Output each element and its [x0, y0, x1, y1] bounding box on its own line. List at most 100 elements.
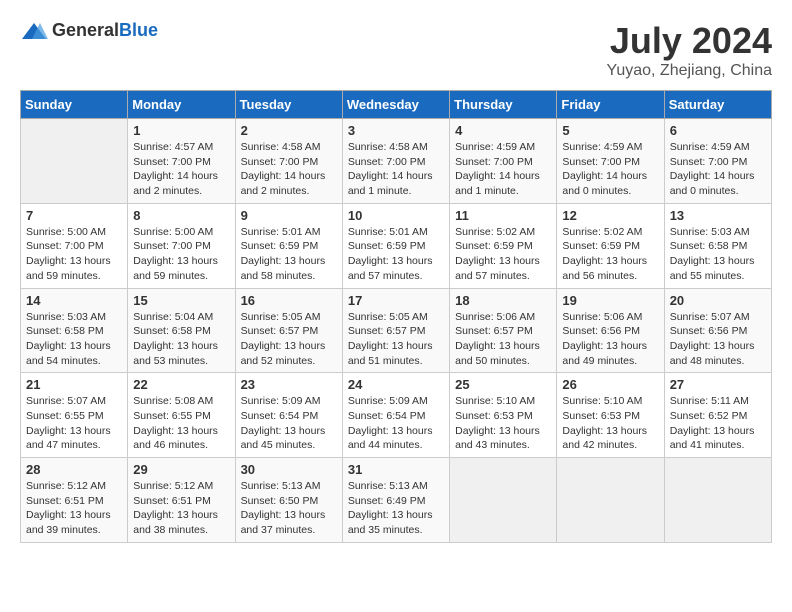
- day-number: 15: [133, 293, 229, 308]
- column-header-thursday: Thursday: [450, 91, 557, 119]
- calendar-body: 1 Sunrise: 4:57 AM Sunset: 7:00 PM Daylig…: [21, 119, 772, 543]
- day-info: Sunrise: 5:01 AM Sunset: 6:59 PM Dayligh…: [348, 225, 444, 284]
- title-block: July 2024 Yuyao, Zhejiang, China: [607, 20, 772, 80]
- day-number: 9: [241, 208, 337, 223]
- day-info: Sunrise: 5:06 AM Sunset: 6:56 PM Dayligh…: [562, 310, 658, 369]
- day-cell: [21, 119, 128, 204]
- day-cell: 4Sunrise: 4:59 AM Sunset: 7:00 PM Daylig…: [450, 119, 557, 204]
- day-number: 20: [670, 293, 766, 308]
- logo-icon: [20, 21, 48, 41]
- calendar-table: SundayMondayTuesdayWednesdayThursdayFrid…: [20, 90, 772, 543]
- header-row: SundayMondayTuesdayWednesdayThursdayFrid…: [21, 91, 772, 119]
- day-number: 10: [348, 208, 444, 223]
- day-cell: 31Sunrise: 5:13 AM Sunset: 6:49 PM Dayli…: [342, 458, 449, 543]
- day-number: 18: [455, 293, 551, 308]
- day-number: 16: [241, 293, 337, 308]
- day-info: Sunrise: 5:09 AM Sunset: 6:54 PM Dayligh…: [241, 394, 337, 453]
- day-info: Sunrise: 4:58 AM Sunset: 7:00 PM Dayligh…: [241, 140, 337, 199]
- day-number: 3: [348, 123, 444, 138]
- day-cell: 21 Sunrise: 5:07 AM Sunset: 6:55 PM Dayli…: [21, 373, 128, 458]
- week-row-3: 14 Sunrise: 5:03 AM Sunset: 6:58 PM Dayli…: [21, 288, 772, 373]
- day-info: Sunrise: 5:07 AM Sunset: 6:55 PM Dayligh…: [26, 394, 122, 453]
- day-number: 11: [455, 208, 551, 223]
- day-info: Sunrise: 5:07 AM Sunset: 6:56 PM Dayligh…: [670, 310, 766, 369]
- day-cell: 16 Sunrise: 5:05 AM Sunset: 6:57 PM Dayli…: [235, 288, 342, 373]
- day-cell: 7Sunrise: 5:00 AM Sunset: 7:00 PM Daylig…: [21, 203, 128, 288]
- logo-blue: Blue: [119, 20, 158, 40]
- day-number: 26: [562, 377, 658, 392]
- day-info: Sunrise: 5:04 AM Sunset: 6:58 PM Dayligh…: [133, 310, 229, 369]
- day-info: Sunrise: 5:06 AM Sunset: 6:57 PM Dayligh…: [455, 310, 551, 369]
- day-info: Sunrise: 5:03 AM Sunset: 6:58 PM Dayligh…: [670, 225, 766, 284]
- day-info: Sunrise: 5:00 AM Sunset: 7:00 PM Dayligh…: [133, 225, 229, 284]
- day-cell: 30 Sunrise: 5:13 AM Sunset: 6:50 PM Dayli…: [235, 458, 342, 543]
- day-cell: 22 Sunrise: 5:08 AM Sunset: 6:55 PM Dayli…: [128, 373, 235, 458]
- day-number: 21: [26, 377, 122, 392]
- day-cell: 10 Sunrise: 5:01 AM Sunset: 6:59 PM Dayli…: [342, 203, 449, 288]
- day-number: 28: [26, 462, 122, 477]
- main-title: July 2024: [607, 20, 772, 62]
- day-cell: [557, 458, 664, 543]
- calendar-header: SundayMondayTuesdayWednesdayThursdayFrid…: [21, 91, 772, 119]
- day-info: Sunrise: 5:05 AM Sunset: 6:57 PM Dayligh…: [241, 310, 337, 369]
- day-cell: 27 Sunrise: 5:11 AM Sunset: 6:52 PM Dayli…: [664, 373, 771, 458]
- day-number: 24: [348, 377, 444, 392]
- day-info: Sunrise: 5:09 AM Sunset: 6:54 PM Dayligh…: [348, 394, 444, 453]
- week-row-5: 28 Sunrise: 5:12 AM Sunset: 6:51 PM Dayli…: [21, 458, 772, 543]
- day-cell: 19Sunrise: 5:06 AM Sunset: 6:56 PM Dayli…: [557, 288, 664, 373]
- day-cell: 3Sunrise: 4:58 AM Sunset: 7:00 PM Daylig…: [342, 119, 449, 204]
- day-number: 2: [241, 123, 337, 138]
- day-number: 5: [562, 123, 658, 138]
- column-header-monday: Monday: [128, 91, 235, 119]
- day-cell: 15 Sunrise: 5:04 AM Sunset: 6:58 PM Dayli…: [128, 288, 235, 373]
- day-number: 30: [241, 462, 337, 477]
- day-info: Sunrise: 4:59 AM Sunset: 7:00 PM Dayligh…: [455, 140, 551, 199]
- day-number: 12: [562, 208, 658, 223]
- day-info: Sunrise: 5:02 AM Sunset: 6:59 PM Dayligh…: [455, 225, 551, 284]
- day-number: 13: [670, 208, 766, 223]
- day-number: 14: [26, 293, 122, 308]
- day-info: Sunrise: 5:12 AM Sunset: 6:51 PM Dayligh…: [133, 479, 229, 538]
- day-cell: 24 Sunrise: 5:09 AM Sunset: 6:54 PM Dayli…: [342, 373, 449, 458]
- day-number: 31: [348, 462, 444, 477]
- page-header: GeneralBlue July 2024 Yuyao, Zhejiang, C…: [20, 20, 772, 80]
- day-info: Sunrise: 4:57 AM Sunset: 7:00 PM Dayligh…: [133, 140, 229, 199]
- day-cell: 1 Sunrise: 4:57 AM Sunset: 7:00 PM Daylig…: [128, 119, 235, 204]
- column-header-wednesday: Wednesday: [342, 91, 449, 119]
- day-info: Sunrise: 5:03 AM Sunset: 6:58 PM Dayligh…: [26, 310, 122, 369]
- day-cell: 13 Sunrise: 5:03 AM Sunset: 6:58 PM Dayli…: [664, 203, 771, 288]
- week-row-4: 21 Sunrise: 5:07 AM Sunset: 6:55 PM Dayli…: [21, 373, 772, 458]
- day-number: 1: [133, 123, 229, 138]
- day-info: Sunrise: 5:13 AM Sunset: 6:50 PM Dayligh…: [241, 479, 337, 538]
- day-cell: 28Sunrise: 5:12 AM Sunset: 6:51 PM Dayli…: [21, 458, 128, 543]
- day-cell: 29 Sunrise: 5:12 AM Sunset: 6:51 PM Dayli…: [128, 458, 235, 543]
- day-info: Sunrise: 5:08 AM Sunset: 6:55 PM Dayligh…: [133, 394, 229, 453]
- day-number: 27: [670, 377, 766, 392]
- day-cell: 12 Sunrise: 5:02 AM Sunset: 6:59 PM Dayli…: [557, 203, 664, 288]
- day-number: 25: [455, 377, 551, 392]
- week-row-1: 1 Sunrise: 4:57 AM Sunset: 7:00 PM Daylig…: [21, 119, 772, 204]
- week-row-2: 7 Sunrise: 5:00 AM Sunset: 7:00 PM Daylig…: [21, 203, 772, 288]
- column-header-tuesday: Tuesday: [235, 91, 342, 119]
- day-cell: 11 Sunrise: 5:02 AM Sunset: 6:59 PM Dayli…: [450, 203, 557, 288]
- day-number: 22: [133, 377, 229, 392]
- day-cell: [664, 458, 771, 543]
- day-cell: [450, 458, 557, 543]
- logo-general: General: [52, 20, 119, 40]
- day-cell: 20 Sunrise: 5:07 AM Sunset: 6:56 PM Dayli…: [664, 288, 771, 373]
- day-number: 6: [670, 123, 766, 138]
- day-cell: 6 Sunrise: 4:59 AM Sunset: 7:00 PM Daylig…: [664, 119, 771, 204]
- day-cell: 2 Sunrise: 4:58 AM Sunset: 7:00 PM Daylig…: [235, 119, 342, 204]
- day-info: Sunrise: 4:59 AM Sunset: 7:00 PM Dayligh…: [562, 140, 658, 199]
- day-cell: 25Sunrise: 5:10 AM Sunset: 6:53 PM Dayli…: [450, 373, 557, 458]
- day-info: Sunrise: 5:11 AM Sunset: 6:52 PM Dayligh…: [670, 394, 766, 453]
- day-cell: 23 Sunrise: 5:09 AM Sunset: 6:54 PM Dayli…: [235, 373, 342, 458]
- day-info: Sunrise: 5:05 AM Sunset: 6:57 PM Dayligh…: [348, 310, 444, 369]
- day-number: 23: [241, 377, 337, 392]
- day-cell: 9 Sunrise: 5:01 AM Sunset: 6:59 PM Daylig…: [235, 203, 342, 288]
- day-info: Sunrise: 5:01 AM Sunset: 6:59 PM Dayligh…: [241, 225, 337, 284]
- day-number: 29: [133, 462, 229, 477]
- day-number: 7: [26, 208, 122, 223]
- day-info: Sunrise: 5:02 AM Sunset: 6:59 PM Dayligh…: [562, 225, 658, 284]
- day-info: Sunrise: 4:59 AM Sunset: 7:00 PM Dayligh…: [670, 140, 766, 199]
